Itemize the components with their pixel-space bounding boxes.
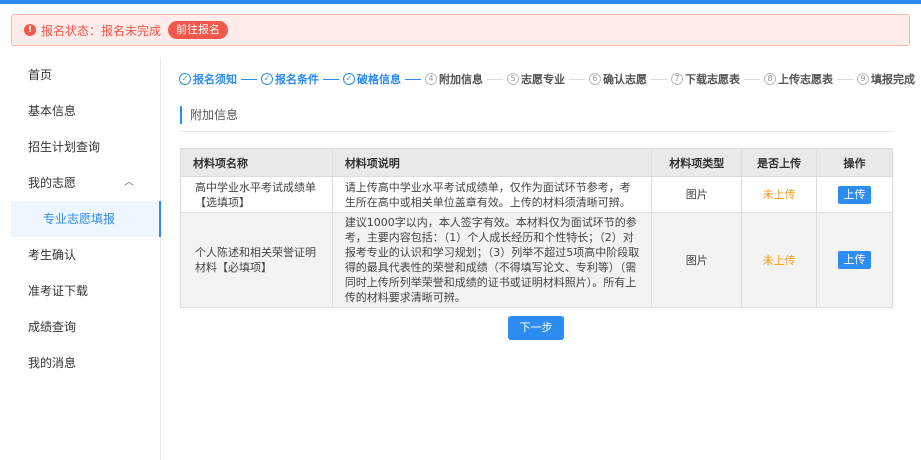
step-label: 下载志愿表 <box>685 73 740 86</box>
step-1: ✓ 报名须知 <box>179 71 261 87</box>
table-row: 高中学业水平考试成绩单【选填项】 请上传高中学业水平考试成绩单，仅作为面试环节参… <box>180 176 893 213</box>
table-header-row: 材料项名称 材料项说明 材料项类型 是否上传 操作 <box>180 148 893 177</box>
materials-table: 材料项名称 材料项说明 材料项类型 是否上传 操作 高中学业水平考试成绩单【选填… <box>180 148 893 308</box>
upload-button[interactable]: 上传 <box>838 185 872 204</box>
step-number: 7 <box>671 73 683 85</box>
step-connector <box>651 78 667 80</box>
step-9: 9 填报完成 <box>857 71 915 87</box>
sidebar-item-basic-info[interactable]: 基本信息 <box>11 93 160 129</box>
action-cell: 上传 <box>816 212 893 308</box>
material-description: 请上传高中学业水平考试成绩单，仅作为面试环节参考，考生所在高中或相关单位盖章有效… <box>331 176 653 213</box>
column-header-name: 材料项名称 <box>180 148 333 177</box>
top-accent-bar <box>0 0 921 4</box>
step-connector <box>744 78 760 80</box>
column-header-uploaded: 是否上传 <box>741 148 818 177</box>
step-8: 8 上传志愿表 <box>764 71 857 87</box>
sidebar-item-candidate-confirm[interactable]: 考生确认 <box>11 237 160 273</box>
step-5: 5 志愿专业 <box>507 71 589 87</box>
upload-status: 未上传 <box>741 176 818 213</box>
progress-steps: ✓ 报名须知 ✓ 报名条件 ✓ 破格信息 4 附加信息 5 志愿专业 6 确认志… <box>179 70 915 88</box>
status-text: 报名状态：报名未完成 <box>41 23 162 38</box>
check-icon: ✓ <box>261 73 273 85</box>
step-label: 确认志愿 <box>603 73 647 86</box>
step-connector <box>487 78 503 80</box>
upload-status: 未上传 <box>741 212 818 308</box>
step-number: 6 <box>589 73 601 85</box>
sidebar-item-label: 我的志愿 <box>28 176 77 190</box>
step-number: 4 <box>425 73 437 85</box>
action-cell: 上传 <box>816 176 893 213</box>
sidebar-item-home[interactable]: 首页 <box>11 57 160 93</box>
step-label: 志愿专业 <box>521 73 565 86</box>
table-row: 个人陈述和相关荣誉证明材料【必填项】 建议1000字以内，本人签字有效。本材料仅… <box>180 212 893 308</box>
column-header-description: 材料项说明 <box>331 148 653 177</box>
step-connector <box>323 78 339 80</box>
sidebar-item-admission-ticket[interactable]: 准考证下载 <box>11 273 160 309</box>
step-label: 报名须知 <box>193 73 237 86</box>
step-number: 5 <box>507 73 519 85</box>
sidebar-item-my-choices[interactable]: 我的志愿 ︿ <box>11 165 160 201</box>
material-name: 高中学业水平考试成绩单【选填项】 <box>180 176 333 213</box>
check-icon: ✓ <box>343 73 355 85</box>
go-register-button[interactable]: 前往报名 <box>168 21 229 39</box>
registration-status-banner: ! 报名状态：报名未完成 前往报名 <box>11 14 910 46</box>
chevron-up-icon: ︿ <box>124 177 134 188</box>
step-number: 8 <box>764 73 776 85</box>
material-type: 图片 <box>651 212 743 308</box>
step-connector <box>569 78 585 80</box>
upload-button[interactable]: 上传 <box>838 251 872 269</box>
material-name: 个人陈述和相关荣誉证明材料【必填项】 <box>180 212 333 308</box>
section-title: 附加信息 <box>180 106 238 124</box>
step-connector <box>241 78 257 80</box>
sidebar-item-enrollment-plan[interactable]: 招生计划查询 <box>11 129 160 165</box>
step-4: 4 附加信息 <box>425 71 507 87</box>
material-description: 建议1000字以内，本人签字有效。本材料仅为面试环节的参考，主要内容包括：（1）… <box>331 212 653 308</box>
step-7: 7 下载志愿表 <box>671 71 764 87</box>
sidebar-item-messages[interactable]: 我的消息 <box>11 345 160 381</box>
material-type: 图片 <box>651 176 743 213</box>
step-number: 9 <box>857 73 869 85</box>
info-icon: ! <box>24 24 36 36</box>
sidebar: 首页 基本信息 招生计划查询 我的志愿 ︿ 专业志愿填报 考生确认 准考证下载 … <box>11 57 161 460</box>
next-step-button[interactable]: 下一步 <box>508 316 564 340</box>
step-2: ✓ 报名条件 <box>261 71 343 87</box>
column-header-action: 操作 <box>816 148 893 177</box>
step-label: 上传志愿表 <box>778 73 833 86</box>
step-label: 报名条件 <box>275 73 319 86</box>
section-divider <box>180 131 893 132</box>
step-6: 6 确认志愿 <box>589 71 671 87</box>
check-icon: ✓ <box>179 73 191 85</box>
sidebar-item-score-query[interactable]: 成绩查询 <box>11 309 160 345</box>
step-label: 填报完成 <box>871 73 915 86</box>
step-label: 破格信息 <box>357 73 401 86</box>
step-connector <box>405 78 421 80</box>
step-connector <box>837 78 853 80</box>
step-label: 附加信息 <box>439 73 483 86</box>
step-3: ✓ 破格信息 <box>343 71 425 87</box>
sidebar-item-major-choice-fill[interactable]: 专业志愿填报 <box>11 201 161 237</box>
column-header-type: 材料项类型 <box>651 148 743 177</box>
